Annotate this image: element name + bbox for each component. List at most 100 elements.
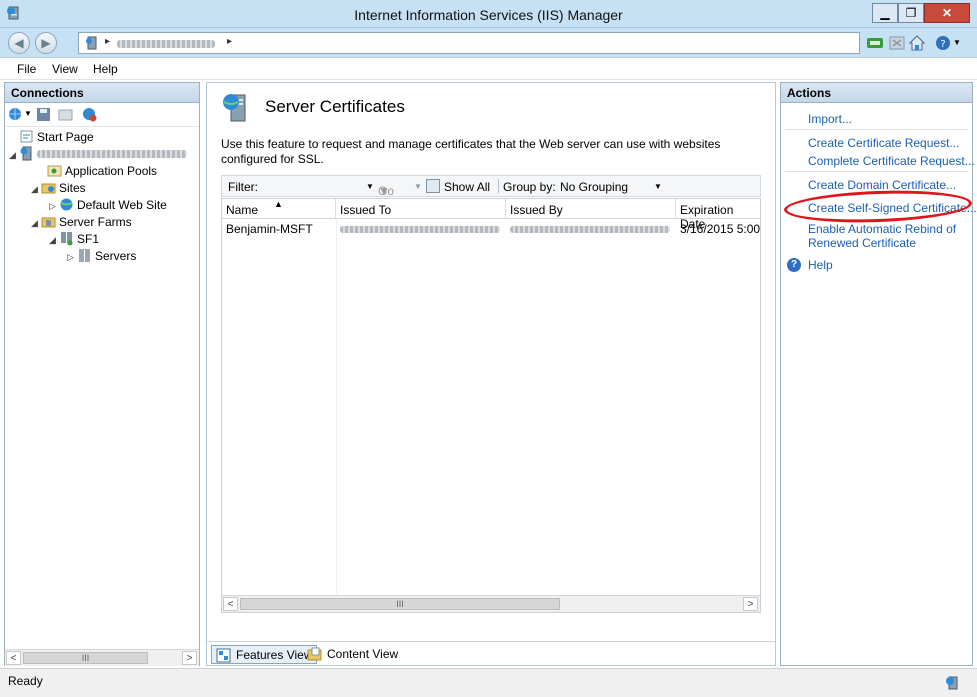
sites-folder-icon [41, 183, 56, 194]
table-row[interactable]: Benjamin-MSFT 3/16/2015 5:00:0 [222, 219, 760, 237]
actions-pane: Actions Import... Create Certificate Req… [780, 82, 977, 666]
save-icon[interactable] [36, 107, 51, 122]
group-by-label: Group by: [503, 180, 556, 194]
maximize-button[interactable]: ❐ [898, 3, 924, 23]
tree-item-servers[interactable]: ▷ Servers [67, 248, 136, 265]
iis-status-icon [946, 676, 958, 690]
content-view-icon [307, 647, 322, 661]
collapse-arrow-icon[interactable]: ◢ [31, 218, 41, 229]
column-header-issued-by[interactable]: Issued By [506, 199, 676, 219]
stop-icon[interactable] [888, 34, 906, 52]
help-icon[interactable]: ? [934, 34, 952, 52]
filter-label: Filter: [228, 180, 258, 194]
help-icon: ? [787, 258, 801, 272]
connect-icon[interactable] [866, 34, 884, 52]
column-divider [336, 219, 337, 594]
app-pool-icon [47, 165, 62, 177]
collapse-arrow-icon[interactable]: ◢ [49, 235, 59, 246]
page-title: Server Certificates [265, 97, 405, 116]
svg-text:?: ? [940, 39, 945, 50]
status-bar: Ready [0, 668, 977, 697]
feature-description: Use this feature to request and manage c… [221, 137, 721, 166]
delete-connection-icon[interactable] [82, 107, 97, 122]
server-farms-icon [41, 217, 56, 228]
expand-arrow-icon[interactable]: ▷ [67, 252, 77, 263]
tree-item-default-web-site[interactable]: ▷ Default Web Site [49, 197, 167, 214]
cell-name: Benjamin-MSFT [226, 222, 313, 236]
help-dropdown-icon[interactable]: ▼ [953, 38, 961, 47]
action-import[interactable]: Import... [808, 112, 852, 126]
group-by-dropdown-icon[interactable]: ▼ [654, 182, 662, 191]
back-button[interactable]: ◀ [8, 32, 30, 54]
tree-item-server[interactable]: ◢ [9, 146, 187, 163]
list-hscrollbar[interactable]: < III > [222, 595, 760, 612]
collapse-arrow-icon[interactable]: ◢ [31, 184, 41, 195]
breadcrumb-separator: ▸ [105, 36, 111, 47]
expand-arrow-icon[interactable]: ▷ [49, 201, 59, 212]
connections-header: Connections [5, 83, 199, 103]
menu-view[interactable]: View [52, 62, 78, 76]
cell-expiration: 3/16/2015 5:00:0 [680, 222, 760, 236]
show-all-button[interactable]: Show All [444, 180, 490, 194]
column-header-name[interactable]: Name ▲ [222, 199, 336, 219]
sort-ascending-icon: ▲ [274, 199, 283, 209]
column-header-expiration-date[interactable]: Expiration Date [676, 199, 760, 231]
scroll-thumb[interactable]: III [240, 598, 560, 610]
chevron-down-icon[interactable]: ▼ [24, 109, 32, 118]
close-button[interactable]: ✕ [924, 3, 970, 23]
server-certificates-icon [223, 94, 246, 122]
filter-dropdown-icon[interactable]: ▼ [366, 182, 374, 191]
server-icon [20, 146, 32, 161]
show-all-icon [426, 179, 440, 193]
list-header: Name ▲ Issued To Issued By Expiration Dat… [222, 199, 760, 231]
action-complete-certificate-request[interactable]: Complete Certificate Request... [808, 154, 975, 168]
tab-content-view[interactable]: Content View [303, 645, 402, 664]
action-enable-automatic-rebind[interactable]: Enable Automatic Rebind of [808, 222, 956, 236]
filter-input[interactable] [262, 178, 374, 194]
collapse-arrow-icon[interactable]: ◢ [9, 150, 19, 161]
minimize-button[interactable]: ▁ [872, 3, 898, 23]
tree-item-server-farms[interactable]: ◢ Server Farms [31, 214, 132, 231]
cell-issued-by [510, 226, 670, 233]
address-row: ◀ ▶ ▸ ▸ ? ▼ [0, 28, 977, 58]
start-page-icon [20, 130, 33, 143]
filter-bar: Filter: ▼ ▼ Go ▼ Show All Group by: No G… [221, 175, 761, 198]
scroll-right-button[interactable]: > [743, 597, 758, 611]
connections-toolbar: ▼ [5, 103, 199, 127]
globe-connect-icon[interactable] [8, 107, 23, 122]
group-by-select[interactable]: No Grouping [560, 180, 628, 194]
address-bar[interactable]: ▸ ▸ [78, 32, 860, 54]
tree-item-application-pools[interactable]: Application Pools [47, 163, 157, 180]
tree-item-start-page[interactable]: Start Page [19, 129, 94, 146]
menu-help[interactable]: Help [93, 62, 118, 76]
cell-issued-to [340, 226, 500, 233]
redacted-server-name [37, 150, 187, 158]
connections-pane: Connections ▼ Start Page ◢ Application P… [4, 82, 200, 666]
connections-hscrollbar[interactable]: < III > [5, 649, 199, 666]
features-pane: Server Certificates Use this feature to … [206, 82, 776, 666]
scroll-left-button[interactable]: < [223, 597, 238, 611]
view-tabs: Features View Content View [207, 641, 775, 665]
action-create-certificate-request[interactable]: Create Certificate Request... [808, 136, 959, 150]
servers-icon [79, 249, 90, 262]
forward-button[interactable]: ▶ [35, 32, 57, 54]
tree-item-sf1[interactable]: ◢ SF1 [49, 231, 99, 248]
server-icon [86, 36, 97, 50]
go-dropdown-icon[interactable]: ▼ [414, 182, 422, 191]
scroll-right-button[interactable]: > [182, 651, 197, 665]
action-help[interactable]: Help [808, 258, 833, 272]
menu-bar: File View Help [0, 59, 977, 80]
scroll-thumb[interactable]: III [23, 652, 148, 664]
tree-item-sites[interactable]: ◢ Sites [31, 180, 86, 197]
divider [785, 129, 968, 130]
menu-file[interactable]: File [17, 62, 36, 76]
action-enable-automatic-rebind-line2[interactable]: Renewed Certificate [808, 236, 916, 250]
home-icon[interactable] [908, 34, 926, 52]
column-header-issued-to[interactable]: Issued To [336, 199, 506, 219]
title-bar: Internet Information Services (IIS) Mana… [0, 0, 977, 28]
tab-features-view[interactable]: Features View [211, 645, 318, 664]
up-folder-icon[interactable] [58, 107, 73, 122]
scroll-left-button[interactable]: < [6, 651, 21, 665]
redacted-server-name [117, 40, 215, 48]
breadcrumb-separator[interactable]: ▸ [227, 36, 232, 47]
